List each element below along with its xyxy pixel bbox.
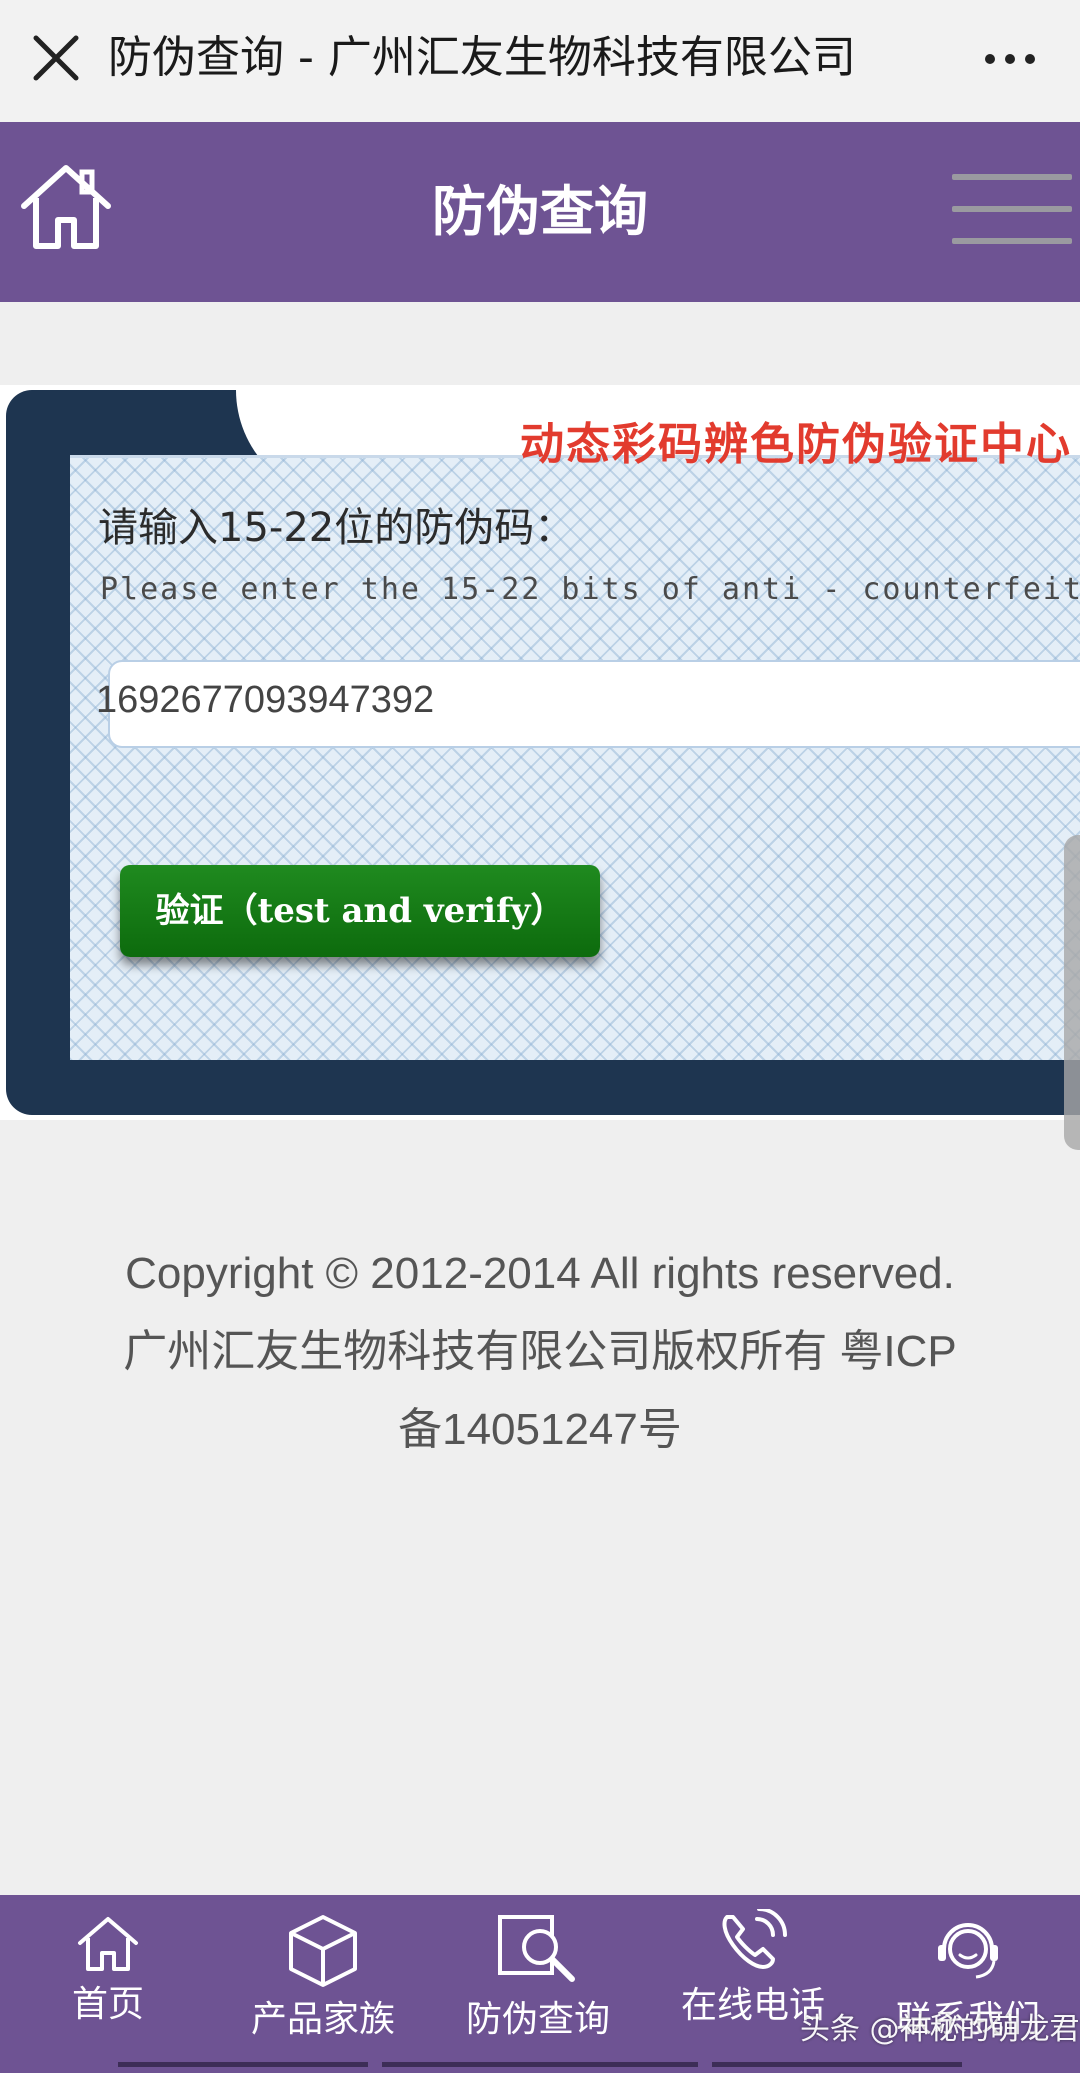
- nav-divider: [382, 2062, 698, 2067]
- search-document-icon: [498, 1915, 575, 1982]
- nav-label-verify: 防伪查询: [465, 1999, 610, 2040]
- nav-item-verify[interactable]: 防伪查询: [438, 1895, 638, 2073]
- code-input-value: 1692677093947392: [96, 679, 435, 721]
- nav-item-home[interactable]: 首页: [8, 1895, 208, 2073]
- verify-button[interactable]: 验证（test and verify）: [120, 865, 600, 957]
- nav-divider: [712, 2062, 962, 2067]
- panel-frame: [6, 390, 1080, 1115]
- nav-item-products[interactable]: 产品家族: [223, 1895, 423, 2073]
- prompt-chinese: 请输入15-22位的防伪码：: [98, 505, 575, 551]
- prompt-english: Please enter the 15-22 bits of anti - co…: [100, 572, 1080, 607]
- home-icon: [78, 1917, 138, 1971]
- nav-label-home: 首页: [71, 1984, 144, 2025]
- page-title: 防伪查询 - 广州汇友生物科技有限公司: [108, 32, 856, 83]
- browser-top-bar: 防伪查询 - 广州汇友生物科技有限公司: [0, 0, 1080, 123]
- side-scroll-handle[interactable]: [1064, 835, 1080, 1150]
- watermark-text: 头条 @神秘的萌龙君: [800, 2012, 1080, 2047]
- headset-icon: [938, 1923, 998, 1979]
- verification-panel: 动态彩码辨色防伪验证中心 请输入15-22位的防伪码： Please enter…: [0, 385, 1080, 1120]
- more-options-icon[interactable]: [980, 34, 1040, 84]
- copyright-text: Copyright © 2012-2014 All rights reserve…: [123, 1249, 957, 1454]
- box-icon: [289, 1915, 357, 1987]
- nav-label-products: 产品家族: [250, 1999, 395, 2040]
- close-icon[interactable]: [28, 30, 84, 86]
- site-header: 防伪查询: [0, 122, 1080, 302]
- hamburger-menu-icon[interactable]: [952, 166, 1072, 256]
- header-title: 防伪查询: [432, 180, 648, 243]
- nav-divider: [118, 2062, 368, 2067]
- phone-icon: [722, 1909, 787, 1969]
- center-title: 动态彩码辨色防伪验证中心: [520, 419, 1072, 470]
